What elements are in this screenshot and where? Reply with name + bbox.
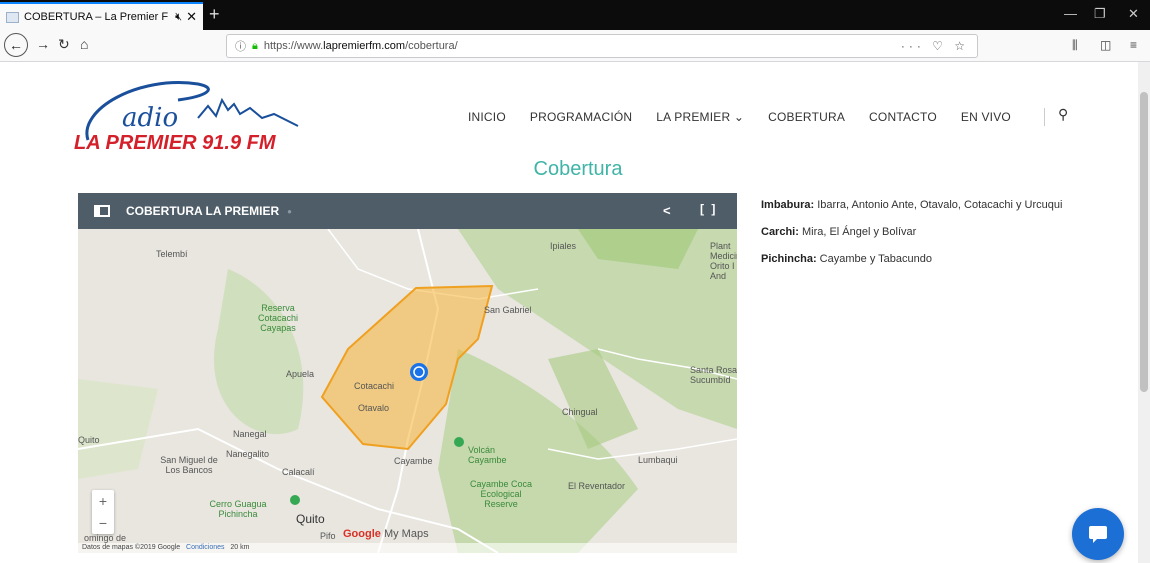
coverage-pichincha: Pichincha: Cayambe y Tabacundo (761, 250, 1091, 268)
close-tab-icon[interactable]: ✕ (186, 9, 197, 25)
muted-speaker-icon[interactable]: 🔇︎ (175, 11, 182, 24)
home-icon[interactable]: ⌂ (80, 36, 88, 52)
library-icon[interactable]: ⫼ (1072, 38, 1078, 53)
map-info-dot-icon: ● (287, 206, 292, 216)
tab-title: COBERTURA – La Premier F (24, 11, 169, 23)
coverage-list: Imbabura: Ibarra, Antonio Ante, Otavalo,… (761, 196, 1091, 277)
map-label-nanegal: Nanegal (233, 429, 267, 439)
fullscreen-icon[interactable]: [ ] (700, 202, 717, 216)
url-prefix: https://www. (263, 40, 324, 52)
info-icon[interactable]: ⓘ (235, 38, 246, 54)
new-tab-button[interactable]: + (209, 4, 220, 25)
nav-item-en-vivo[interactable]: EN VIVO (961, 110, 1011, 124)
map-label-otavalo: Otavalo (358, 403, 390, 413)
forward-icon[interactable]: → (36, 36, 50, 52)
map-scale[interactable]: 20 km (230, 544, 249, 551)
map-label-san-gabriel: San Gabriel (484, 305, 532, 315)
scroll-thumb[interactable] (1140, 92, 1148, 392)
restore-icon[interactable]: ❐ (1094, 6, 1106, 22)
reload-icon[interactable]: ↻ (58, 36, 70, 53)
coverage-imbabura-label: Imbabura: (761, 199, 815, 211)
zoom-out-button[interactable]: − (92, 512, 114, 534)
map-label-ipiales: Ipiales (550, 241, 577, 251)
map-legend-icon[interactable] (94, 205, 110, 217)
map-label-cerro: Cerro Guagua Pichincha (209, 499, 267, 519)
map-label-lumbaqui: Lumbaqui (638, 455, 678, 465)
page-scrollbar[interactable] (1138, 62, 1150, 563)
map-label-quito-west: Quito (78, 435, 100, 445)
url-bar[interactable]: ⓘ 🔒︎ https://www. lapremierfm.com/cobertu… (226, 34, 978, 58)
url-path: /cobertura/ (405, 40, 458, 52)
zoom-in-button[interactable]: + (92, 490, 114, 512)
favicon-icon (6, 11, 19, 23)
map-label-calacali: Calacalí (282, 467, 315, 477)
page-title: Cobertura (533, 158, 623, 180)
coverage-carchi: Carchi: Mira, El Ángel y Bolívar (761, 223, 1091, 241)
map-footer: Datos de mapas ©2019 Google Condiciones … (78, 543, 737, 553)
nav-item-cobertura[interactable]: COBERTURA (768, 110, 845, 124)
coverage-imbabura-text: Ibarra, Antonio Ante, Otavalo, Cotacachi… (814, 199, 1063, 211)
share-icon[interactable]: < (663, 203, 671, 218)
map-label-santa-rosa: Santa Rosa Sucumbíd (690, 365, 737, 385)
map-terms-link[interactable]: Condiciones (186, 544, 225, 551)
map-label-quito: Quito (296, 512, 325, 526)
menu-icon[interactable]: ≡ (1130, 38, 1137, 52)
logo-text: LA PREMIER 91.9 FM (74, 132, 276, 154)
site-logo[interactable]: adio LA PREMIER 91.9 FM (74, 70, 308, 160)
coverage-carchi-label: Carchi: (761, 226, 799, 238)
sidebar-icon[interactable]: ◫ (1100, 38, 1111, 52)
minimize-icon[interactable]: — (1064, 6, 1077, 21)
map-terrain (78, 229, 737, 553)
map-label-pifo: Pifo (320, 531, 336, 541)
google-wordmark: Google (343, 528, 381, 540)
nav-item-programacion[interactable]: PROGRAMACIÓN (530, 110, 632, 124)
my-maps-wordmark: My Maps (383, 528, 429, 540)
page-actions-icons[interactable]: ··· ♡ ☆ (901, 39, 969, 53)
map-label-cotacachi: Cotacachi (354, 381, 395, 391)
map-label-nanegalito: Nanegalito (226, 449, 270, 459)
lock-icon[interactable]: 🔒︎ (252, 40, 258, 53)
map-label-apuela: Apuela (286, 369, 315, 379)
chat-button[interactable] (1072, 508, 1124, 560)
nav-item-contacto[interactable]: CONTACTO (869, 110, 937, 124)
site-nav: INICIO PROGRAMACIÓN LA PREMIER ⌄ COBERTU… (468, 110, 1035, 124)
map-label-volcan: Volcán Cayambe (468, 445, 507, 465)
map-label-cayambe: Cayambe (394, 456, 433, 466)
browser-nav-bar: ← → ↻ ⌂ ⓘ 🔒︎ https://www. lapremierfm.com… (0, 30, 1150, 62)
browser-tab[interactable]: COBERTURA – La Premier F 🔇︎ ✕ (0, 2, 203, 30)
map-label-san-miguel: San Miguel de Los Bancos (160, 455, 218, 475)
nav-item-la-premier[interactable]: LA PREMIER ⌄ (656, 110, 744, 124)
map-label-plant: Plant Medicir Orito I And (710, 241, 737, 281)
nav-divider (1044, 108, 1045, 126)
coverage-map[interactable]: COBERTURA LA PREMIER ● < [ ] Telembí Ipi… (78, 193, 737, 553)
google-my-maps-brand[interactable]: Google My Maps (343, 528, 429, 540)
browser-tab-bar: COBERTURA – La Premier F 🔇︎ ✕ + — ❐ ✕ (0, 0, 1150, 30)
map-data-attribution: Datos de mapas ©2019 Google (82, 544, 181, 551)
coverage-pichincha-text: Cayambe y Tabacundo (816, 253, 932, 265)
nav-item-inicio[interactable]: INICIO (468, 110, 506, 124)
window-close-icon[interactable]: ✕ (1128, 6, 1139, 22)
map-header: COBERTURA LA PREMIER ● < [ ] (78, 193, 737, 229)
map-label-domingo: omingo de (84, 533, 127, 543)
logo-script-text: adio (122, 103, 178, 133)
map-label-chingual: Chingual (562, 407, 598, 417)
zoom-controls: + − (92, 490, 114, 534)
search-icon[interactable]: ⚲ (1058, 106, 1068, 123)
map-title[interactable]: COBERTURA LA PREMIER (126, 204, 279, 218)
map-label-telembi: Telembí (156, 249, 188, 259)
coverage-pichincha-label: Pichincha: (761, 253, 817, 265)
map-label-reventador: El Reventador (568, 481, 626, 491)
map-label-cayambe-coca: Cayambe Coca Ecological Reserve (469, 479, 533, 509)
url-domain: lapremierfm.com (323, 40, 406, 52)
coverage-carchi-text: Mira, El Ángel y Bolívar (798, 226, 917, 238)
back-button[interactable]: ← (4, 33, 28, 57)
coverage-imbabura: Imbabura: Ibarra, Antonio Ante, Otavalo,… (761, 196, 1091, 214)
map-label-reserva: Reserva Cotacachi Cayapas (257, 303, 299, 333)
